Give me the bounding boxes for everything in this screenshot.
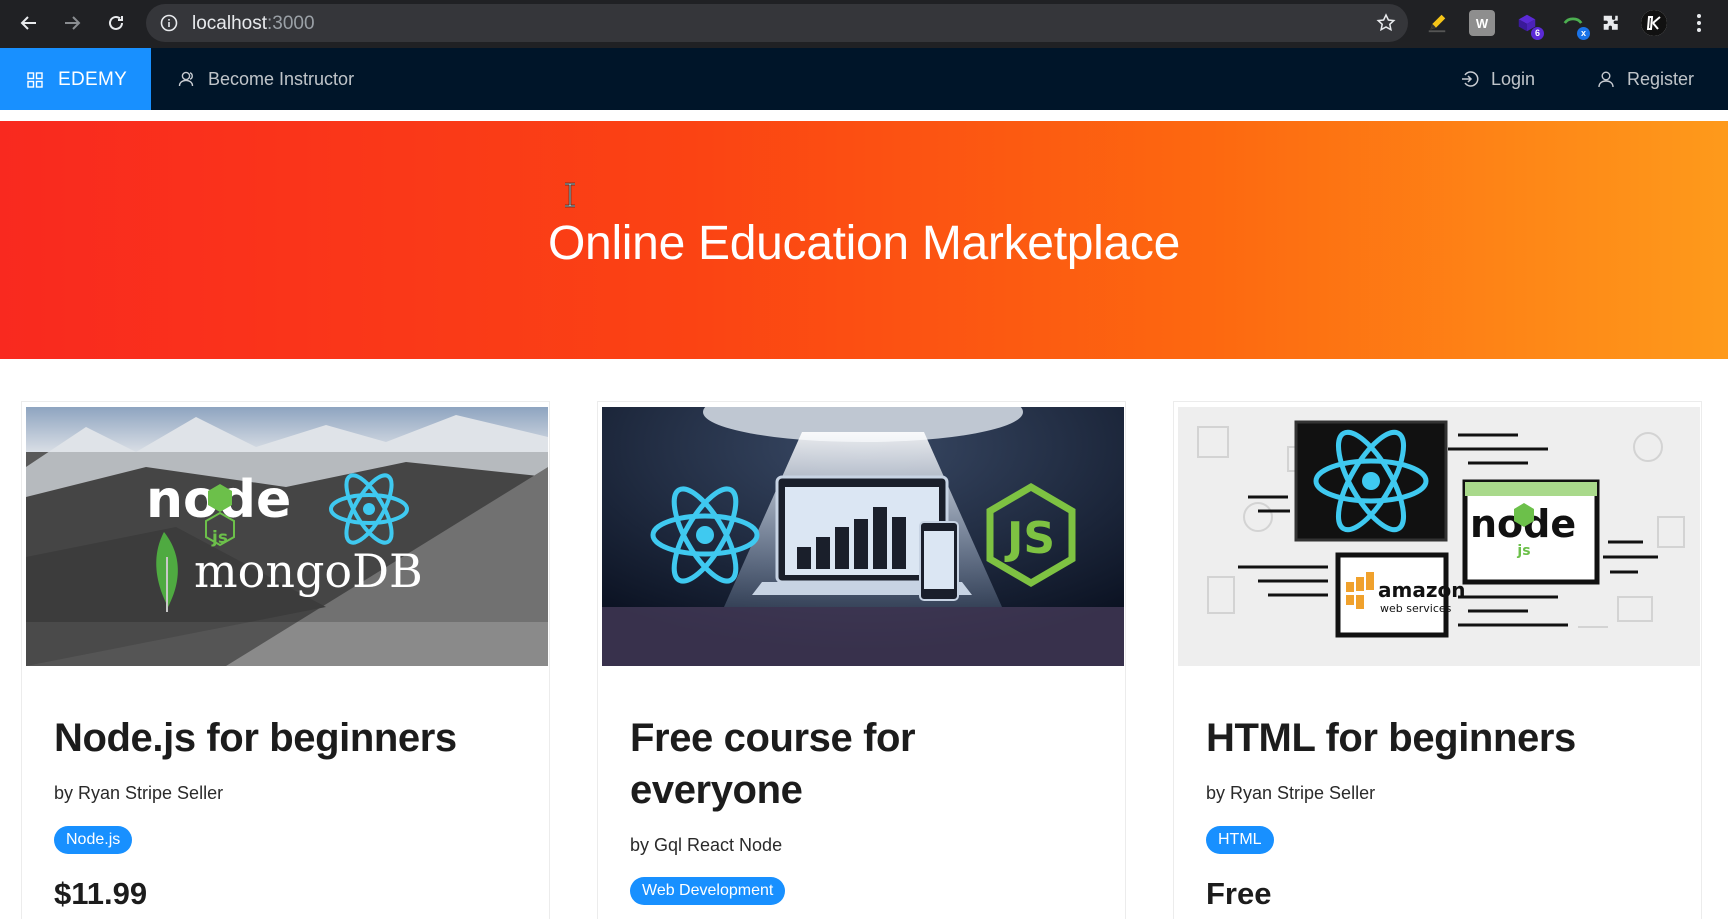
course-cover-image[interactable]: node js amazon web services	[1178, 407, 1700, 666]
bookmark-star-icon[interactable]	[1376, 13, 1396, 33]
appstore-icon	[27, 72, 43, 88]
course-cover-image[interactable]: node js mongoDB	[26, 407, 548, 666]
address-bar[interactable]: localhost:3000	[146, 4, 1408, 42]
arrow-left-icon	[20, 16, 36, 30]
course-author: by Ryan Stripe Seller	[54, 783, 224, 803]
user-add-icon	[1598, 71, 1614, 88]
course-category-badge: HTML	[1206, 826, 1274, 854]
cover-webservices-text: web services	[1380, 602, 1452, 615]
cover-mongodb-text: mongoDB	[194, 544, 423, 598]
course-category-badge: Node.js	[54, 826, 133, 854]
course-title[interactable]: Free course for everyone	[630, 712, 1090, 816]
course-cover-image[interactable]: JS	[602, 407, 1124, 666]
nav-item-become-instructor[interactable]: Become Instructor	[178, 48, 354, 110]
cover-amazon-text: amazon	[1378, 578, 1465, 602]
reload-button[interactable]	[100, 7, 132, 39]
green-extension-icon[interactable]: x	[1560, 10, 1590, 40]
course-author: by Gql React Node	[630, 835, 783, 855]
pencil-extension-icon[interactable]	[1424, 10, 1450, 36]
puzzle-extensions-icon[interactable]	[1598, 10, 1624, 36]
login-icon	[1462, 71, 1479, 87]
register-label: Register	[1627, 68, 1695, 89]
login-label: Login	[1491, 68, 1536, 89]
back-button[interactable]	[13, 7, 45, 39]
cover-js-text: JS	[1004, 513, 1055, 564]
course-card[interactable]: node js mongoDB Node.js for beginners by…	[21, 401, 550, 919]
course-card[interactable]: node js amazon web services HTML for beg…	[1173, 401, 1702, 919]
purple-extension-icon[interactable]: 6	[1514, 10, 1544, 40]
cover-js-text: js	[1516, 543, 1530, 559]
become-instructor-label: Become Instructor	[208, 68, 355, 89]
extension-badge: x	[1577, 27, 1590, 40]
course-title[interactable]: Node.js for beginners	[54, 712, 514, 764]
nav-item-register[interactable]: Register	[1597, 48, 1694, 110]
text-cursor-icon	[565, 182, 575, 208]
info-icon[interactable]	[160, 14, 178, 32]
team-icon	[178, 71, 194, 87]
nav-divider	[0, 110, 1728, 121]
kebab-menu-icon[interactable]	[1686, 10, 1712, 36]
nav-item-home[interactable]: EDEMY	[0, 48, 151, 110]
hero-banner: Online Education Marketplace	[0, 121, 1728, 359]
url-text: localhost:3000	[192, 13, 315, 34]
course-card[interactable]: JS Free course for everyone by Gql React…	[597, 401, 1126, 919]
course-title[interactable]: HTML for beginners	[1206, 712, 1666, 764]
course-author: by Ryan Stripe Seller	[1206, 783, 1376, 803]
brand-label: EDEMY	[58, 69, 128, 90]
w-extension-icon[interactable]: W	[1469, 10, 1495, 36]
forward-button[interactable]	[56, 7, 88, 39]
course-category-badge: Web Development	[630, 877, 786, 905]
extension-badge: 6	[1531, 27, 1544, 40]
top-navigation: EDEMY Become Instructor Login Register	[0, 48, 1728, 110]
course-price: Free	[1206, 876, 1272, 911]
hero-title: Online Education Marketplace	[548, 217, 1180, 270]
reload-icon	[109, 15, 123, 30]
profile-avatar-icon[interactable]	[1641, 10, 1667, 36]
course-price: $11.99	[54, 876, 148, 911]
browser-toolbar: localhost:3000 W 6 x	[0, 0, 1728, 48]
arrow-right-icon	[65, 16, 81, 30]
nav-item-login[interactable]: Login	[1461, 48, 1535, 110]
